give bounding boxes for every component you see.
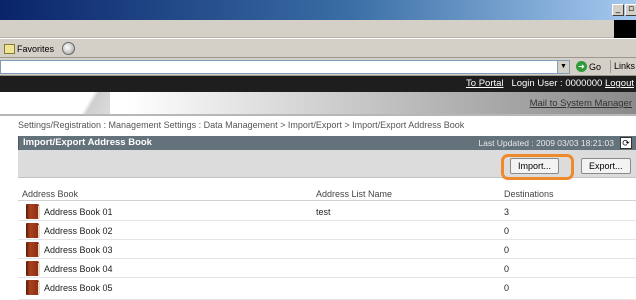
destinations-count: 3 [504,207,510,217]
mail-to-system-manager-link[interactable]: Mail to System Manager [530,98,632,109]
table-row[interactable]: Address Book 04 0 [18,259,636,278]
last-updated-label: Last Updated : 2009 03/03 18:21:03 [478,138,614,148]
column-header-address-book: Address Book [22,189,79,199]
remote-ui-header: To Portal Login User : 0000000 Logout [0,76,636,92]
address-book-icon [26,280,40,295]
address-book-link[interactable]: Address Book 05 [44,283,113,293]
table-header: Address Book Address List Name Destinati… [18,187,636,201]
column-header-address-list-name: Address List Name [316,189,393,199]
header-divider [0,114,636,116]
address-book-link[interactable]: Address Book 02 [44,226,113,236]
favorites-button[interactable]: Favorites [4,42,76,55]
import-button[interactable]: Import... [510,158,560,174]
page-title: Import/Export Address Book [23,137,152,148]
window-titlebar: _ ▫ [0,0,636,20]
section-header: Import/Export Address Book Last Updated … [18,136,636,150]
export-button[interactable]: Export... [581,158,631,174]
address-book-link[interactable]: Address Book 01 [44,207,113,217]
table-row[interactable]: Address Book 03 0 [18,240,636,259]
destinations-count: 0 [504,264,510,274]
login-user-label: Login User : 0000000 [511,78,603,89]
destinations-count: 0 [504,283,510,293]
address-book-link[interactable]: Address Book 03 [44,245,113,255]
browser-toolbar: Favorites [0,38,636,58]
address-book-icon [26,242,40,257]
refresh-icon[interactable]: ⟳ [620,137,632,149]
address-list-name: test [316,207,331,217]
banner-decoration [70,92,110,114]
go-button[interactable]: ➜ Go [576,61,601,72]
address-book-link[interactable]: Address Book 04 [44,264,113,274]
go-label: Go [589,61,602,72]
address-bar: ▼ ➜ Go Links [0,58,636,76]
favorites-label: Favorites [17,43,55,54]
table-row[interactable]: Address Book 02 0 [18,221,636,240]
minimize-button[interactable]: _ [612,4,624,16]
address-book-icon [26,261,40,276]
chevron-down-icon[interactable]: ▼ [557,61,569,73]
breadcrumb: Settings/Registration : Management Setti… [18,120,465,130]
address-book-icon [26,204,40,219]
browser-throbber [614,20,636,38]
menu-bar [0,20,636,38]
go-arrow-icon: ➜ [576,61,587,72]
column-header-destinations: Destinations [504,189,554,199]
destinations-count: 0 [504,245,510,255]
destinations-count: 0 [504,226,510,236]
restore-button[interactable]: ▫ [625,4,636,16]
address-book-icon [26,223,40,238]
logout-link[interactable]: Logout [605,78,634,89]
table-row[interactable]: Address Book 01 test 3 [18,202,636,221]
links-button[interactable]: Links [610,60,636,73]
address-input[interactable]: ▼ [0,60,570,74]
table-row[interactable]: Address Book 05 0 [18,278,636,300]
history-icon[interactable] [62,42,76,55]
to-portal-link[interactable]: To Portal [466,78,504,89]
header-links: To Portal Login User : 0000000 Logout [466,78,634,89]
favorites-icon [4,43,15,54]
